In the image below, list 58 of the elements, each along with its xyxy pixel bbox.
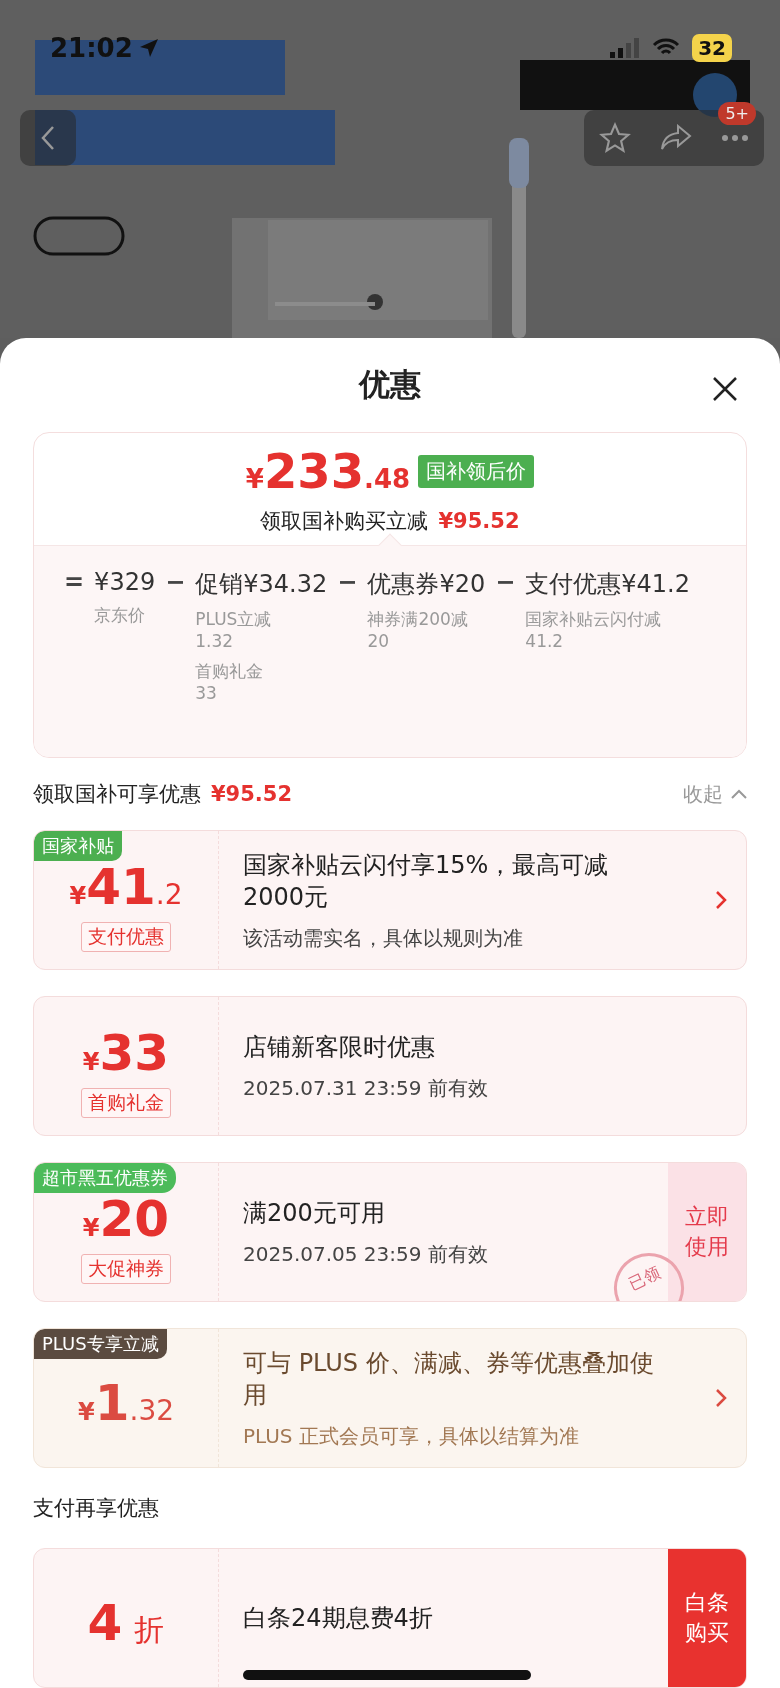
sheet-title: 优惠 [359, 365, 421, 405]
coupon-tag: PLUS专享立减 [34, 1329, 167, 1359]
breakdown-value: 促销¥34.32 [195, 569, 328, 601]
coupon-title: 店铺新客限时优惠 [243, 1031, 436, 1063]
coupon-subtitle: PLUS 正式会员可享，具体以结算为准 [243, 1422, 580, 1450]
section-title: 支付再享优惠 [33, 1495, 159, 1522]
operator: − [495, 568, 516, 599]
coupon-subtitle: 2025.07.05 23:59 前有效 [243, 1240, 489, 1268]
coupon-amount: ¥1.32 [78, 1374, 174, 1432]
breakdown-note: PLUS立减 [195, 608, 273, 631]
coupon-tag: 超市黑五优惠券 [34, 1163, 176, 1193]
breakdown-note-amount: 33 [195, 682, 218, 705]
operator: = [64, 568, 85, 599]
breakdown-note: 神券满200减 [367, 608, 469, 631]
collapse-toggle[interactable]: 收起 [683, 780, 747, 808]
coupon-amount: 4 折 [87, 1594, 165, 1652]
final-price: ¥233.48 [245, 443, 411, 500]
section-title: 领取国补可享优惠 [33, 781, 201, 808]
coupon-amount: ¥33 [82, 1024, 170, 1082]
coupon-title: 国家补贴云闪付享15%，最高可减2000元 [243, 849, 610, 913]
coupon-title: 满200元可用 [243, 1197, 386, 1229]
coupon-title: 可与 PLUS 价、满减、券等优惠叠加使用 [243, 1347, 655, 1411]
notification-badge: 5+ [718, 102, 756, 125]
breakdown-value: ¥329 [94, 568, 156, 597]
price-tag: 国补领后价 [418, 454, 535, 488]
coupon-amount: ¥20 [82, 1190, 170, 1248]
operator: − [337, 568, 358, 599]
breakdown-note-amount: 41.2 [525, 630, 565, 653]
use-button[interactable]: 白条购买 [668, 1549, 746, 1687]
coupon-type-label: 支付优惠 [81, 922, 171, 952]
back-icon [41, 125, 55, 151]
breakdown-note-amount: 1.32 [195, 630, 235, 653]
star-icon[interactable] [598, 122, 631, 154]
share-icon[interactable] [660, 124, 692, 152]
breakdown-value: 支付优惠¥41.2 [525, 569, 691, 601]
signal-icon [610, 38, 641, 58]
coupon-type-label: 大促神券 [81, 1254, 171, 1284]
coupon-subtitle: 该活动需实名，具体以规则为准 [243, 924, 524, 952]
coupon-subtitle: 2025.07.31 23:59 前有效 [243, 1074, 489, 1102]
use-button[interactable]: 立即使用 [668, 1163, 746, 1301]
breakdown-note: 首购礼金 [195, 660, 265, 683]
breakdown-value: 优惠券¥20 [367, 569, 486, 601]
coupon-tag: 国家补贴 [34, 831, 122, 861]
more-icon[interactable] [721, 134, 750, 142]
coupon-amount: ¥41.2 [69, 858, 183, 916]
section-amount: ¥95.52 [211, 782, 293, 806]
coupon-type-label: 首购礼金 [81, 1088, 171, 1118]
coupon-title: 白条24期息费4折 [243, 1603, 434, 1634]
battery-level: 32 [692, 34, 732, 62]
breakdown-note: 国家补贴云闪付减 [525, 608, 663, 631]
saving-amount: ¥95.52 [438, 509, 520, 534]
back-button[interactable] [20, 110, 76, 166]
location-arrow-icon [138, 38, 159, 58]
status-time: 21:02 [50, 33, 159, 63]
operator: − [165, 568, 186, 599]
breakdown-note: 京东价 [94, 604, 147, 627]
breakdown-note-amount: 20 [367, 630, 391, 653]
saving-label: 领取国补购买立减 [260, 508, 429, 536]
